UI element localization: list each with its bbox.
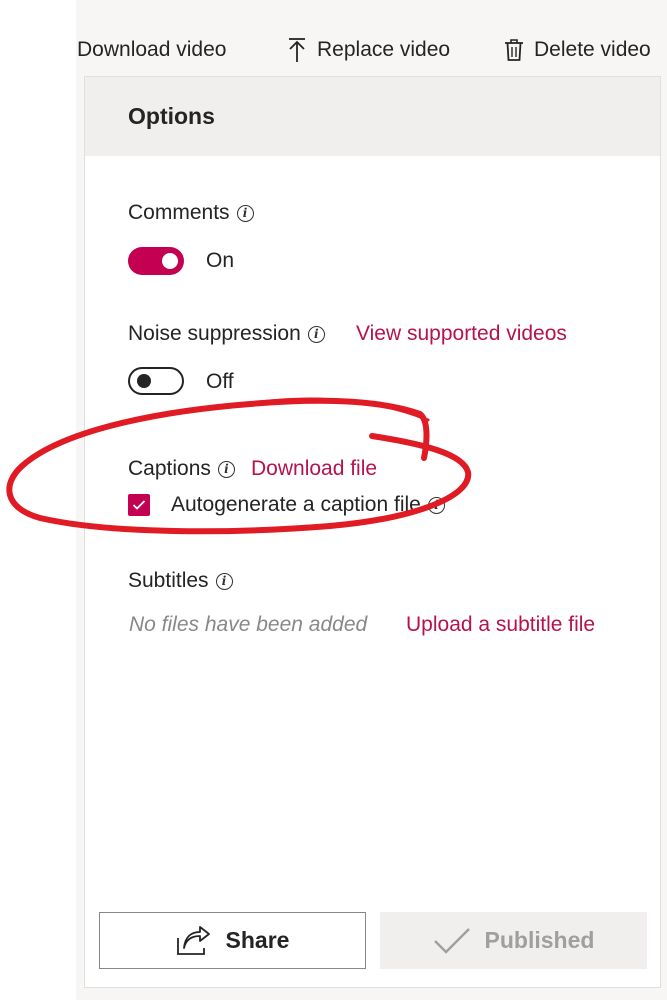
share-icon bbox=[176, 925, 212, 956]
upload-arrow-icon bbox=[286, 37, 308, 63]
captions-label: Captions bbox=[128, 457, 211, 480]
download-video-button[interactable]: Download video bbox=[77, 30, 226, 70]
view-supported-videos-link[interactable]: View supported videos bbox=[356, 322, 567, 346]
replace-video-label: Replace video bbox=[317, 38, 451, 61]
video-toolbar: Download video Replace video Delete vide… bbox=[76, 30, 667, 70]
checkmark-icon bbox=[433, 927, 471, 955]
autogenerate-captions-label[interactable]: Autogenerate a caption file bbox=[171, 493, 421, 517]
options-panel-header: Options bbox=[85, 77, 660, 156]
share-label: Share bbox=[225, 927, 290, 953]
subtitles-section-label: Subtitles i bbox=[128, 569, 233, 593]
comments-label: Comments bbox=[128, 201, 230, 224]
checkmark-icon bbox=[132, 500, 146, 510]
left-margin bbox=[0, 0, 76, 1000]
toggle-knob bbox=[162, 253, 178, 269]
noise-suppression-toggle[interactable] bbox=[128, 367, 184, 395]
subtitles-info-icon[interactable]: i bbox=[215, 572, 233, 590]
trash-icon bbox=[503, 37, 525, 63]
published-button[interactable]: Published bbox=[380, 912, 647, 969]
share-button[interactable]: Share bbox=[99, 912, 366, 969]
no-subtitles-message: No files have been added bbox=[129, 613, 368, 636]
noise-suppression-info-icon[interactable]: i bbox=[307, 325, 325, 343]
captions-info-icon[interactable]: i bbox=[217, 460, 235, 478]
autogenerate-info-icon[interactable]: i bbox=[427, 496, 445, 514]
video-settings-page: Download video Replace video Delete vide… bbox=[0, 0, 667, 1000]
delete-video-label: Delete video bbox=[534, 38, 651, 61]
replace-video-button[interactable]: Replace video bbox=[286, 30, 450, 70]
comments-state: On bbox=[206, 249, 235, 272]
autogenerate-captions-row: Autogenerate a caption file i bbox=[171, 493, 445, 517]
noise-suppression-label: Noise suppression bbox=[128, 322, 301, 345]
comments-section-label: Comments i bbox=[128, 201, 254, 225]
captions-section-label: Captions i bbox=[128, 457, 235, 481]
download-video-label: Download video bbox=[77, 38, 227, 61]
noise-suppression-section-label: Noise suppression i bbox=[128, 322, 325, 346]
delete-video-button[interactable]: Delete video bbox=[503, 30, 651, 70]
toggle-knob bbox=[137, 374, 151, 388]
comments-toggle[interactable] bbox=[128, 247, 184, 275]
comments-info-icon[interactable]: i bbox=[236, 204, 254, 222]
noise-suppression-state: Off bbox=[206, 370, 234, 393]
subtitles-label: Subtitles bbox=[128, 569, 209, 592]
upload-subtitle-file-link[interactable]: Upload a subtitle file bbox=[406, 613, 595, 637]
download-caption-file-link[interactable]: Download file bbox=[251, 457, 377, 481]
autogenerate-captions-checkbox[interactable] bbox=[128, 494, 150, 516]
published-label: Published bbox=[484, 927, 595, 953]
panel-title: Options bbox=[128, 103, 215, 129]
